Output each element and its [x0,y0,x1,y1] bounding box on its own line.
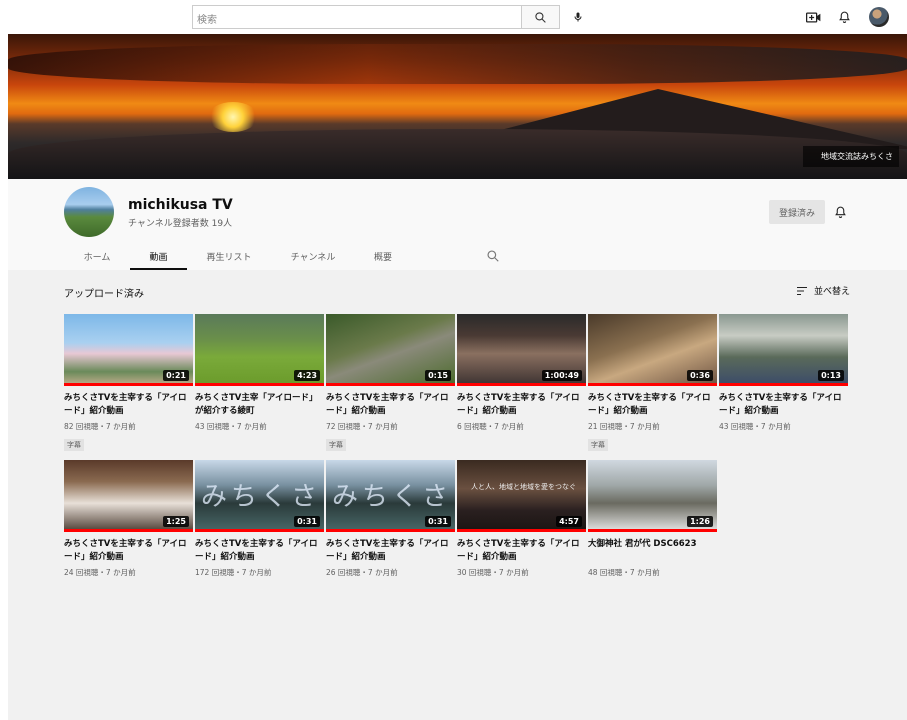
thumbnail-overlay-text: 人と人、地域と地域を愛をつなぐ [471,483,576,491]
banner-sun [208,102,258,132]
sort-icon [797,286,807,295]
video-thumbnail[interactable]: 1:26 [588,460,717,532]
video-grid-section: アップロード済み 並べ替え 0:21 みちくさTVを主宰する「アイロード」紹介動… [8,270,907,720]
video-title[interactable]: みちくさTVを主宰する「アイロード」紹介動画 [457,538,586,564]
video-meta: 82 回視聴・7 か月前 [64,422,136,431]
caption-badge: 字幕 [326,439,346,451]
video-thumbnail[interactable]: 1:25 [64,460,193,532]
video-card[interactable]: 0:13 みちくさTVを主宰する「アイロード」紹介動画 43 回視聴・7 か月前 [719,314,848,432]
tab-about[interactable]: 概要 [355,241,411,270]
channel-header: michikusa TV チャンネル登録者数 19人 登録済み ホーム 動画 再… [8,179,907,270]
search-icon[interactable] [486,249,500,263]
video-create-icon [805,12,820,22]
voice-search-button[interactable] [568,7,588,27]
search-input[interactable]: 検索 [192,5,522,29]
search-button[interactable] [521,5,560,29]
video-title[interactable]: みちくさTVを主宰する「アイロード」紹介動画 [64,538,193,564]
tab-videos[interactable]: 動画 [130,241,187,270]
notifications-button[interactable] [835,8,853,26]
video-thumbnail[interactable]: みちくさ 0:31 [195,460,324,532]
video-card[interactable]: みちくさ 0:31 みちくさTVを主宰する「アイロード」紹介動画 26 回視聴・7… [326,460,455,578]
video-card[interactable]: 0:21 みちくさTVを主宰する「アイロード」紹介動画 82 回視聴・7 か月前… [64,314,193,451]
video-duration: 1:00:49 [541,370,582,381]
video-title[interactable]: 大御神社 君が代 DSC6623 [588,538,717,564]
banner-link[interactable]: 地域交流誌みちくさ [803,146,899,167]
sort-button[interactable]: 並べ替え [796,284,850,297]
video-title[interactable]: みちくさTVを主宰する「アイロード」紹介動画 [64,392,193,418]
video-thumbnail[interactable]: 0:21 [64,314,193,386]
thumbnail-overlay-text: みちくさ [332,482,453,512]
video-duration: 0:36 [687,370,713,381]
video-title[interactable]: みちくさTVを主宰する「アイロード」紹介動画 [195,538,324,564]
video-thumbnail[interactable]: 1:00:49 [457,314,586,386]
video-thumbnail[interactable]: みちくさ 0:31 [326,460,455,532]
video-duration: 0:15 [425,370,451,381]
video-duration: 0:31 [425,516,451,527]
video-meta: 43 回視聴・7 か月前 [719,422,791,431]
video-duration: 1:25 [163,516,189,527]
video-thumbnail[interactable]: 4:23 [195,314,324,386]
section-title: アップロード済み [64,289,144,300]
search-icon [535,11,546,23]
video-card[interactable]: 0:36 みちくさTVを主宰する「アイロード」紹介動画 21 回視聴・7 か月前… [588,314,717,451]
video-card[interactable]: 1:26 大御神社 君が代 DSC6623 48 回視聴・7 か月前 [588,460,717,578]
video-title[interactable]: みちくさTVを主宰する「アイロード」紹介動画 [719,392,848,418]
sort-label: 並べ替え [814,287,851,297]
caption-badge: 字幕 [64,439,84,451]
video-meta: 30 回視聴・7 か月前 [457,568,529,577]
video-meta: 43 回視聴・7 か月前 [195,422,267,431]
channel-notification-button[interactable] [831,203,849,221]
banner-hills [8,129,907,179]
video-thumbnail[interactable]: 0:15 [326,314,455,386]
video-duration: 4:57 [556,516,582,527]
top-bar: 検索 [0,0,907,34]
video-thumbnail[interactable]: 人と人、地域と地域を愛をつなぐ 4:57 [457,460,586,532]
video-card[interactable]: 1:00:49 みちくさTVを主宰する「アイロード」紹介動画 6 回視聴・7 か… [457,314,586,432]
video-duration: 0:31 [294,516,320,527]
bell-icon [838,11,850,23]
video-duration: 0:13 [818,370,844,381]
video-title[interactable]: みちくさTVを主宰する「アイロード」紹介動画 [588,392,717,418]
subscribed-button[interactable]: 登録済み [769,200,825,224]
video-meta: 24 回視聴・7 か月前 [64,568,136,577]
video-meta: 6 回視聴・7 か月前 [457,422,524,431]
channel-avatar [64,187,114,237]
tab-home[interactable]: ホーム [64,241,130,270]
video-meta: 172 回視聴・7 か月前 [195,568,272,577]
thumbnail-overlay-text: みちくさ [201,482,322,512]
video-duration: 0:21 [163,370,189,381]
avatar[interactable] [869,7,889,27]
subscriber-count: チャンネル登録者数 19人 [128,219,233,229]
create-video-button[interactable] [804,8,822,26]
banner-clouds [8,44,907,84]
video-meta: 48 回視聴・7 か月前 [588,568,660,577]
video-title[interactable]: みちくさTV主宰「アイロード」が紹介する綾町 [195,392,324,418]
video-card[interactable]: 人と人、地域と地域を愛をつなぐ 4:57 みちくさTVを主宰する「アイロード」紹介… [457,460,586,578]
video-duration: 4:23 [294,370,320,381]
video-card[interactable]: 1:25 みちくさTVを主宰する「アイロード」紹介動画 24 回視聴・7 か月前 [64,460,193,578]
video-title[interactable]: みちくさTVを主宰する「アイロード」紹介動画 [457,392,586,418]
channel-banner: 地域交流誌みちくさ [8,34,907,179]
tab-channels[interactable]: チャンネル [271,241,355,270]
channel-name: michikusa TV [128,197,233,213]
video-duration: 1:26 [687,516,713,527]
video-meta: 21 回視聴・7 か月前 [588,422,660,431]
video-card[interactable]: 4:23 みちくさTV主宰「アイロード」が紹介する綾町 43 回視聴・7 か月前 [195,314,324,432]
video-thumbnail[interactable]: 0:36 [588,314,717,386]
channel-tabs: ホーム 動画 再生リスト チャンネル 概要 [64,241,499,270]
bell-icon [834,206,846,218]
video-title[interactable]: みちくさTVを主宰する「アイロード」紹介動画 [326,392,455,418]
video-meta: 72 回視聴・7 か月前 [326,422,398,431]
video-card[interactable]: みちくさ 0:31 みちくさTVを主宰する「アイロード」紹介動画 172 回視聴・… [195,460,324,578]
caption-badge: 字幕 [588,439,608,451]
mic-icon [574,12,582,22]
video-thumbnail[interactable]: 0:13 [719,314,848,386]
video-card[interactable]: 0:15 みちくさTVを主宰する「アイロード」紹介動画 72 回視聴・7 か月前… [326,314,455,451]
video-title[interactable]: みちくさTVを主宰する「アイロード」紹介動画 [326,538,455,564]
video-meta: 26 回視聴・7 か月前 [326,568,398,577]
tab-playlists[interactable]: 再生リスト [187,241,271,270]
